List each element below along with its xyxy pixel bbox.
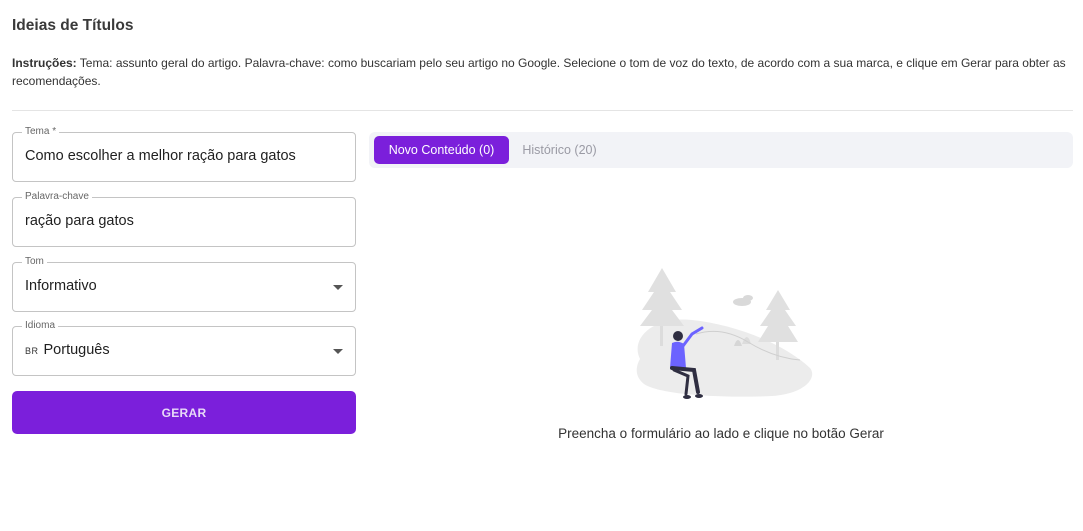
instructions-label: Instruções:	[12, 56, 77, 70]
palavra-chave-label: Palavra-chave	[22, 191, 92, 203]
idioma-select[interactable]: Idioma BR Português	[12, 320, 356, 376]
tema-input[interactable]: Como escolher a melhor ração para gatos	[25, 148, 296, 164]
content-tabs: Novo Conteúdo (0) Histórico (20)	[369, 132, 1073, 168]
tom-label: Tom	[22, 256, 47, 268]
gerar-button[interactable]: GERAR	[12, 391, 356, 434]
palavra-chave-field[interactable]: Palavra-chave ração para gatos	[12, 191, 356, 247]
divider	[12, 110, 1073, 111]
tema-field[interactable]: Tema * Como escolher a melhor ração para…	[12, 126, 356, 182]
flag-icon: BR	[25, 346, 39, 356]
idioma-value-wrap: BR Português	[25, 342, 110, 358]
empty-state-illustration	[636, 268, 813, 399]
tom-select[interactable]: Tom Informativo	[12, 256, 356, 312]
empty-state-message: Preencha o formulário ao lado e clique n…	[558, 426, 884, 441]
palavra-chave-input[interactable]: ração para gatos	[25, 213, 134, 229]
page-title: Ideias de Títulos	[12, 17, 134, 34]
instructions: Instruções: Tema: assunto geral do artig…	[12, 54, 1067, 90]
instructions-text: Tema: assunto geral do artigo. Palavra-c…	[12, 56, 1066, 88]
idioma-label: Idioma	[22, 320, 59, 332]
tema-label: Tema *	[22, 126, 60, 138]
tom-value: Informativo	[25, 278, 97, 294]
tab-novo-conteudo[interactable]: Novo Conteúdo (0)	[374, 136, 509, 164]
chevron-down-icon[interactable]	[333, 285, 343, 290]
tab-historico[interactable]: Histórico (20)	[512, 136, 607, 164]
chevron-down-icon[interactable]	[333, 349, 343, 354]
idioma-value: Português	[43, 342, 110, 358]
